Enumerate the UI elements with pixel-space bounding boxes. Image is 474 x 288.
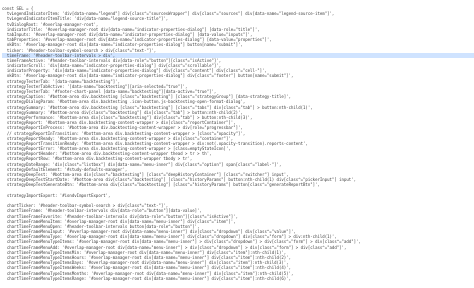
code-line[interactable]: chartTimeFrameMenuTypeItemsRange: '#over… <box>2 276 474 281</box>
code-editor[interactable]: const SEL = { tvLegendIndicatorItem: 'di… <box>0 0 474 288</box>
